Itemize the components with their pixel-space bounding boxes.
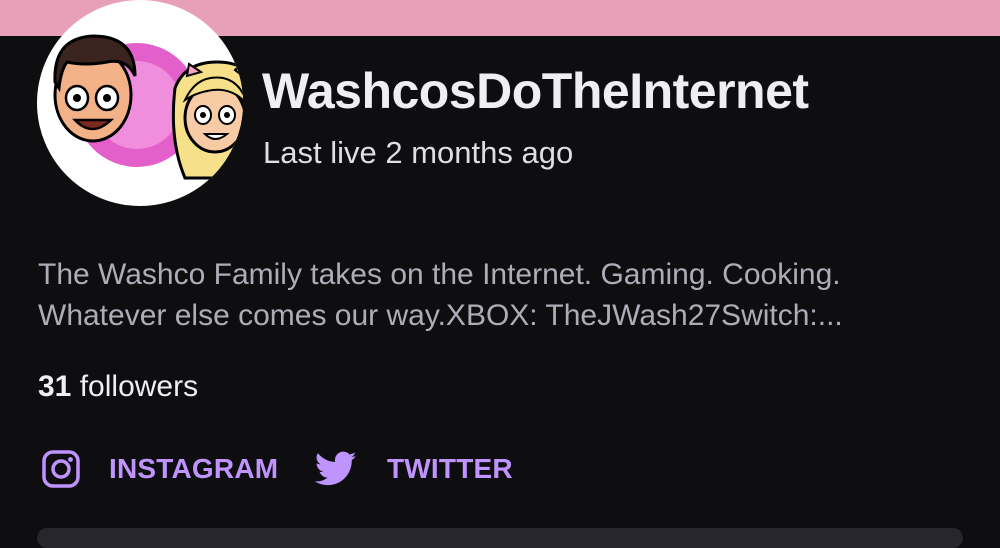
channel-name[interactable]: WashcosDoTheInternet xyxy=(262,62,809,120)
content-panel xyxy=(37,528,963,548)
followers-label: followers xyxy=(79,370,199,403)
channel-avatar[interactable] xyxy=(37,0,243,206)
description-line: Whatever else comes our way.XBOX: TheJWa… xyxy=(38,299,843,332)
twitter-icon xyxy=(315,451,357,487)
instagram-link[interactable]: INSTAGRAM xyxy=(41,448,278,490)
last-live-status: Last live 2 months ago xyxy=(263,135,574,170)
followers-number: 31 xyxy=(38,370,72,403)
twitter-link[interactable]: TWITTER xyxy=(315,448,513,490)
followers-count: 31 followers xyxy=(38,370,198,404)
family-cartoon-avatar-icon xyxy=(53,34,243,180)
channel-description: The Washco Family takes on the Internet.… xyxy=(38,254,978,336)
twitter-label: TWITTER xyxy=(387,453,513,484)
instagram-label: INSTAGRAM xyxy=(109,453,279,484)
instagram-icon xyxy=(41,449,81,489)
description-line: The Washco Family takes on the Internet.… xyxy=(38,258,841,291)
